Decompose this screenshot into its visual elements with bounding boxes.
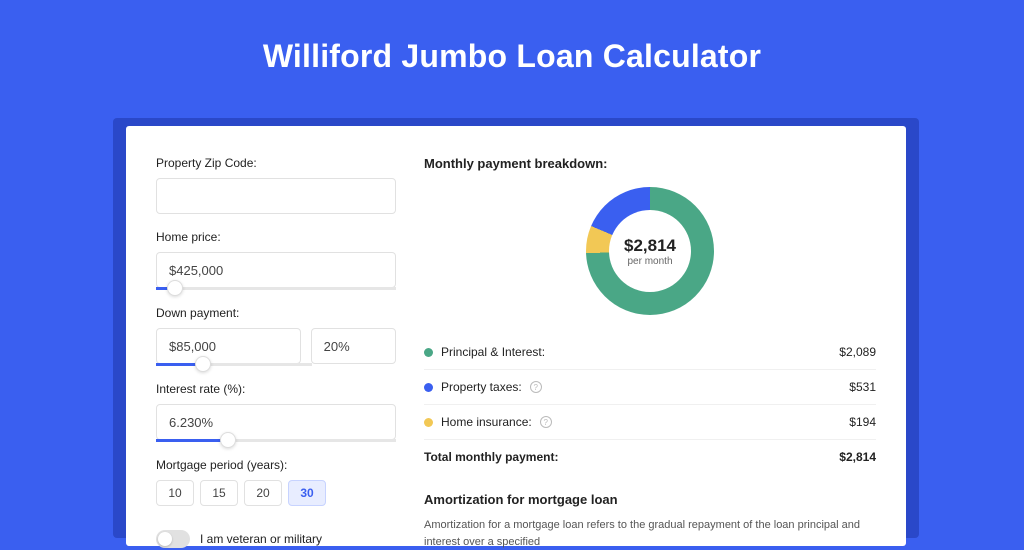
legend-value: $531 bbox=[849, 380, 876, 394]
down-payment-input[interactable] bbox=[156, 328, 301, 364]
donut-center: $2,814 per month bbox=[609, 210, 691, 292]
home-price-slider[interactable] bbox=[156, 287, 396, 290]
dot-icon bbox=[424, 418, 433, 427]
mortgage-period-label: Mortgage period (years): bbox=[156, 458, 396, 472]
home-price-label: Home price: bbox=[156, 230, 396, 244]
legend-value: $2,089 bbox=[839, 345, 876, 359]
donut-chart-wrap: $2,814 per month bbox=[424, 187, 876, 315]
inputs-column: Property Zip Code: Home price: Down paym… bbox=[156, 156, 396, 546]
dot-icon bbox=[424, 383, 433, 392]
total-value: $2,814 bbox=[839, 450, 876, 464]
breakdown-column: Monthly payment breakdown: $2,814 per mo… bbox=[424, 156, 876, 546]
legend-label: Property taxes: bbox=[441, 380, 522, 394]
legend-row-taxes: Property taxes: ? $531 bbox=[424, 370, 876, 405]
donut-sub: per month bbox=[627, 256, 672, 267]
page-title: Williford Jumbo Loan Calculator bbox=[0, 0, 1024, 75]
period-option-20[interactable]: 20 bbox=[244, 480, 282, 506]
home-price-input[interactable] bbox=[156, 252, 396, 288]
down-payment-slider[interactable] bbox=[156, 363, 312, 366]
legend-label: Principal & Interest: bbox=[441, 345, 545, 359]
legend-row-total: Total monthly payment: $2,814 bbox=[424, 440, 876, 474]
calculator-card: Property Zip Code: Home price: Down paym… bbox=[126, 126, 906, 546]
legend-row-principal: Principal & Interest: $2,089 bbox=[424, 335, 876, 370]
breakdown-title: Monthly payment breakdown: bbox=[424, 156, 876, 171]
down-payment-label: Down payment: bbox=[156, 306, 396, 320]
donut-chart: $2,814 per month bbox=[586, 187, 714, 315]
zip-input[interactable] bbox=[156, 178, 396, 214]
dot-icon bbox=[424, 348, 433, 357]
slider-thumb-icon[interactable] bbox=[167, 280, 183, 296]
donut-amount: $2,814 bbox=[624, 236, 676, 256]
period-option-15[interactable]: 15 bbox=[200, 480, 238, 506]
interest-rate-slider[interactable] bbox=[156, 439, 396, 442]
interest-rate-input[interactable] bbox=[156, 404, 396, 440]
interest-rate-label: Interest rate (%): bbox=[156, 382, 396, 396]
veteran-toggle[interactable] bbox=[156, 530, 190, 548]
slider-thumb-icon[interactable] bbox=[195, 356, 211, 372]
mortgage-period-group: 10 15 20 30 bbox=[156, 480, 396, 506]
amortization-text: Amortization for a mortgage loan refers … bbox=[424, 517, 876, 550]
total-label: Total monthly payment: bbox=[424, 450, 558, 464]
slider-thumb-icon[interactable] bbox=[220, 432, 236, 448]
info-icon[interactable]: ? bbox=[530, 381, 542, 393]
legend-value: $194 bbox=[849, 415, 876, 429]
period-option-10[interactable]: 10 bbox=[156, 480, 194, 506]
legend-label: Home insurance: bbox=[441, 415, 532, 429]
zip-label: Property Zip Code: bbox=[156, 156, 396, 170]
period-option-30[interactable]: 30 bbox=[288, 480, 326, 506]
info-icon[interactable]: ? bbox=[540, 416, 552, 428]
legend-row-insurance: Home insurance: ? $194 bbox=[424, 405, 876, 440]
amortization-title: Amortization for mortgage loan bbox=[424, 492, 876, 507]
down-payment-pct-input[interactable] bbox=[311, 328, 396, 364]
veteran-label: I am veteran or military bbox=[200, 532, 322, 546]
